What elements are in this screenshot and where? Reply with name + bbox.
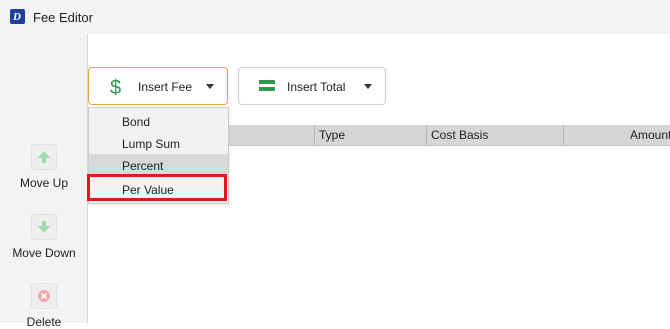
column-header-amount[interactable]: Amount bbox=[563, 125, 670, 145]
left-rail: Move Up Move Down Delete bbox=[0, 34, 88, 329]
highlight-outline bbox=[87, 174, 227, 201]
app-logo-icon: D bbox=[10, 9, 25, 24]
delete-button[interactable]: Delete bbox=[0, 283, 88, 329]
move-down-label: Move Down bbox=[12, 246, 76, 260]
menu-item-bond[interactable]: Bond bbox=[89, 110, 228, 132]
svg-text:D: D bbox=[12, 11, 21, 23]
insert-fee-button[interactable]: $ Insert Fee bbox=[88, 67, 228, 105]
column-header-cost-basis[interactable]: Cost Basis bbox=[426, 125, 564, 145]
menu-item-lump-sum[interactable]: Lump Sum bbox=[89, 132, 228, 154]
insert-total-button[interactable]: Insert Total bbox=[238, 67, 386, 105]
chevron-down-icon bbox=[364, 84, 372, 89]
delete-label: Delete bbox=[26, 315, 62, 329]
move-up-button[interactable]: Move Up bbox=[0, 144, 88, 190]
column-header-type[interactable]: Type bbox=[314, 125, 429, 145]
arrow-up-icon bbox=[31, 144, 57, 170]
arrow-down-icon bbox=[31, 214, 57, 240]
equals-icon bbox=[259, 79, 275, 96]
menu-item-percent[interactable]: Percent bbox=[89, 154, 228, 176]
svg-text:$: $ bbox=[110, 77, 121, 98]
chevron-down-icon bbox=[206, 84, 214, 89]
title-bar: D Fee Editor bbox=[0, 0, 670, 34]
dollar-icon: $ bbox=[109, 76, 123, 101]
delete-icon bbox=[31, 283, 57, 309]
window-title: Fee Editor bbox=[33, 10, 93, 25]
insert-total-label: Insert Total bbox=[287, 80, 346, 94]
move-up-label: Move Up bbox=[19, 176, 69, 190]
move-down-button[interactable]: Move Down bbox=[0, 214, 88, 260]
insert-fee-label: Insert Fee bbox=[138, 80, 193, 94]
